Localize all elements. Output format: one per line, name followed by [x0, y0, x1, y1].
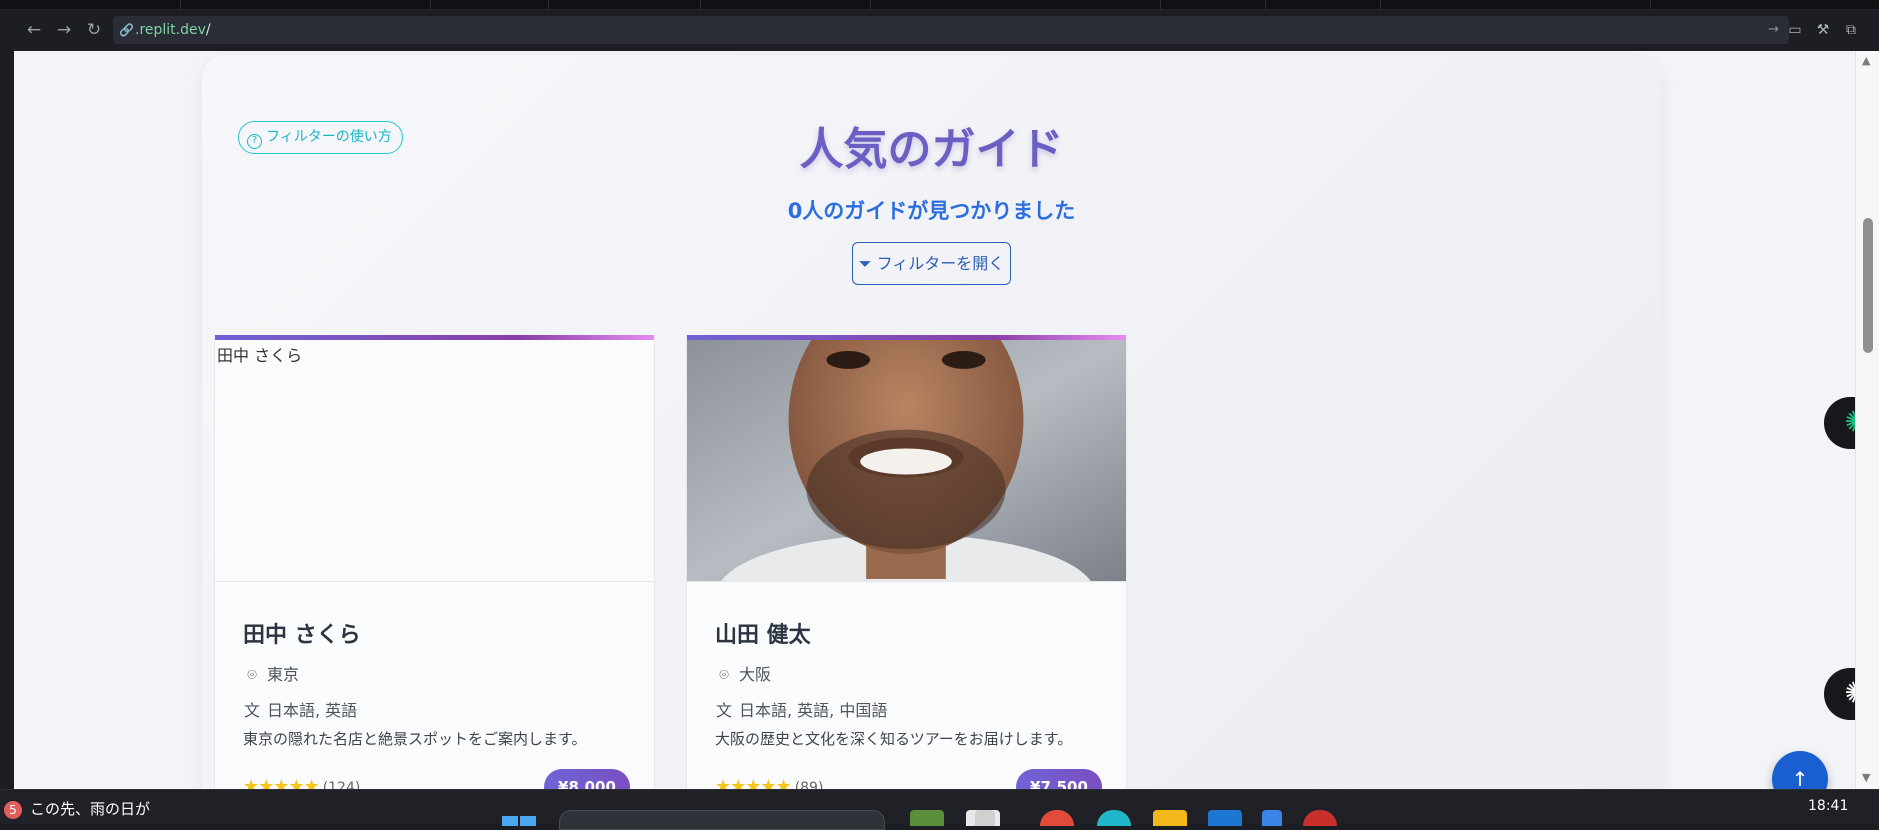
device-preview-icon[interactable]: ▭ — [1784, 19, 1806, 41]
link-icon: 🔗 — [119, 23, 134, 37]
notification-badge: 5 — [4, 801, 22, 819]
browser-toolbar: ← → ↻ 🔗 .replit.dev/ → ▭ ⚒ ⧉ — [14, 10, 1879, 50]
os-taskbar: 5 この先、雨の日が 18:41 — [0, 789, 1879, 830]
image-alt-text: 田中 さくら — [217, 346, 303, 365]
open-filter-label: フィルターを開く — [876, 254, 1005, 273]
forward-icon[interactable]: → — [52, 18, 76, 42]
rating: ★★★★★ (124) — [243, 776, 360, 789]
open-external-icon[interactable]: ⧉ — [1840, 19, 1862, 41]
review-count: (89) — [794, 780, 824, 789]
guide-location: ⌾ 大阪 — [715, 661, 771, 685]
guide-card[interactable]: 田中 さくら 田中 さくら ⌾ 東京 文日本語, 英語 東京の隠れた名店と絶景スポ… — [214, 335, 655, 789]
star-rating: ★★★★★ — [715, 776, 792, 789]
guide-card[interactable]: 山田 健太 ⌾ 大阪 文日本語, 英語, 中国語 大阪の歴史と文化を深く知るツアー… — [686, 335, 1127, 789]
guide-languages: 文日本語, 英語, 中国語 — [715, 697, 887, 721]
page-title: 人気のガイド — [799, 124, 1064, 175]
results-count: 0人のガイドが見つかりました — [787, 199, 1076, 223]
guide-languages: 文日本語, 英語 — [243, 697, 357, 721]
guide-description: 東京の隠れた名店と絶景スポットをご案内します。 — [243, 730, 587, 748]
weather-widget[interactable]: 5 この先、雨の日が — [4, 798, 150, 819]
translate-icon: 文 — [243, 701, 260, 720]
scroll-to-top-button[interactable]: ↑ — [1772, 751, 1828, 789]
price-badge: ¥7,500 — [1016, 769, 1102, 789]
tab-divider — [700, 0, 701, 9]
languages-text: 日本語, 英語 — [267, 701, 358, 720]
go-arrow-icon[interactable]: → — [1768, 16, 1779, 44]
guide-description: 大阪の歴史と文化を深く知るツアーをお届けします。 — [715, 730, 1073, 748]
tab-divider — [1265, 0, 1266, 9]
windows-start-icon[interactable] — [502, 814, 536, 826]
languages-text: 日本語, 英語, 中国語 — [739, 701, 888, 720]
back-icon[interactable]: ← — [22, 18, 46, 42]
scroll-up-arrow-icon[interactable]: ▲ — [1862, 54, 1870, 67]
devtools-wrench-icon[interactable]: ⚒ — [1812, 19, 1834, 41]
review-count: (124) — [322, 780, 361, 789]
map-pin-icon: ⌾ — [719, 665, 729, 684]
map-pin-icon: ⌾ — [247, 665, 257, 684]
url-path: / — [205, 22, 211, 38]
rating: ★★★★★ (89) — [715, 776, 823, 789]
tab-divider — [870, 0, 871, 9]
page-scrollbar[interactable]: ▲ ▼ — [1855, 51, 1879, 789]
page-viewport: ? フィルターの使い方 人気のガイド 0人のガイドが見つかりました ⏷ フィルター… — [14, 51, 1855, 789]
star-rating: ★★★★★ — [243, 776, 320, 789]
guide-photo — [687, 340, 1126, 582]
tab-divider — [1160, 0, 1161, 9]
guide-photo-broken: 田中 さくら — [215, 340, 654, 582]
scroll-down-arrow-icon[interactable]: ▼ — [1862, 771, 1870, 784]
guide-name: 山田 健太 — [715, 623, 811, 648]
scrollbar-thumb[interactable] — [1863, 218, 1873, 353]
browser-tab-strip — [0, 0, 1879, 10]
reload-icon[interactable]: ↻ — [82, 18, 106, 42]
translate-icon: 文 — [715, 701, 732, 720]
guides-panel: ? フィルターの使い方 人気のガイド 0人のガイドが見つかりました ⏷ フィルター… — [202, 55, 1661, 789]
location-text: 東京 — [267, 665, 300, 684]
taskbar-search[interactable] — [559, 810, 885, 830]
guide-portrait-image — [687, 340, 1126, 581]
guide-location: ⌾ 東京 — [243, 661, 299, 685]
tab-divider — [180, 0, 181, 9]
open-filter-button[interactable]: ⏷ フィルターを開く — [852, 242, 1011, 285]
guide-name: 田中 さくら — [243, 623, 361, 648]
weather-text: この先、雨の日が — [30, 800, 151, 818]
funnel-icon: ⏷ — [858, 254, 872, 273]
price-badge: ¥8,000 — [544, 769, 630, 789]
url-host: .replit.dev — [135, 22, 206, 38]
system-clock: 18:41 — [1808, 798, 1849, 814]
tab-divider — [548, 0, 549, 9]
address-bar[interactable]: 🔗 .replit.dev/ → — [113, 16, 1789, 44]
tab-divider — [1650, 0, 1651, 9]
location-text: 大阪 — [739, 665, 772, 684]
tab-divider — [430, 0, 431, 9]
tab-divider — [1380, 0, 1381, 9]
